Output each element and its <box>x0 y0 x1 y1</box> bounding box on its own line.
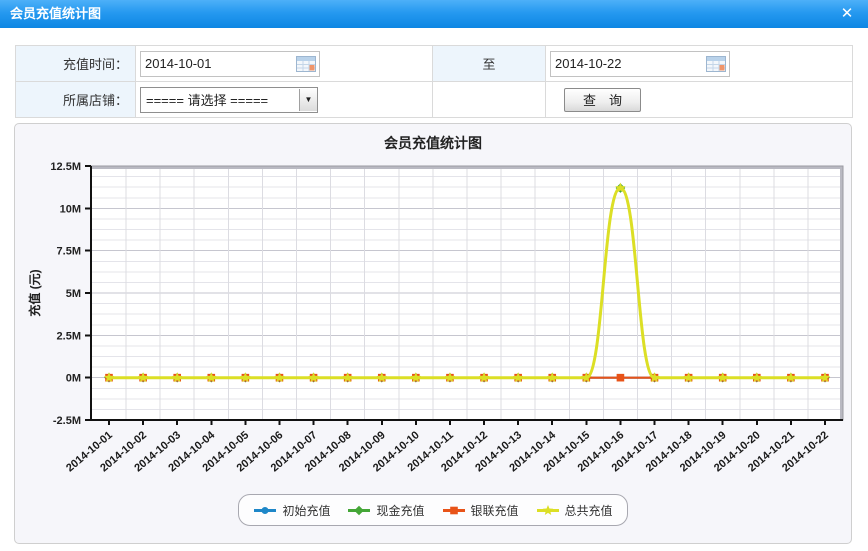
form-row-time: 充值时间： 至 <box>16 46 853 82</box>
query-button[interactable]: 查 询 <box>564 88 641 112</box>
chart-legend: 初始充值 现金充值 银联充值 总共充值 <box>238 494 627 526</box>
legend-item: 初始充值 <box>253 502 330 519</box>
chevron-down-icon: ▼ <box>299 89 317 111</box>
date-from-input[interactable] <box>141 56 296 71</box>
svg-text:7.5M: 7.5M <box>57 246 81 258</box>
chart-title: 会员充值统计图 <box>15 133 851 153</box>
legend-label: 初始充值 <box>282 502 330 519</box>
y-axis-title: 充值 (元) <box>27 269 42 316</box>
legend-label: 银联充值 <box>471 502 519 519</box>
y-axis-labels: -2.5M 0M 2.5M 5M 7.5M 10M 12.5M <box>50 161 81 427</box>
legend-item: 银联充值 <box>442 502 519 519</box>
shop-select-value: ===== 请选择 ===== <box>141 90 299 109</box>
legend-marker-circle <box>253 504 277 517</box>
legend-label: 总共充值 <box>565 502 613 519</box>
legend-row: 初始充值 现金充值 银联充值 总共充值 <box>15 494 851 526</box>
close-icon[interactable]: ✕ <box>836 0 858 28</box>
legend-label: 现金充值 <box>376 502 424 519</box>
date-to-wrap <box>550 51 730 77</box>
legend-marker-square <box>442 504 466 517</box>
legend-item: 现金充值 <box>347 502 424 519</box>
filter-form: 充值时间： 至 <box>15 45 853 118</box>
recharge-time-label: 充值时间： <box>16 46 136 82</box>
svg-text:10M: 10M <box>60 203 81 215</box>
svg-text:2.5M: 2.5M <box>57 330 81 342</box>
chart-plot-area: -2.5M 0M 2.5M 5M 7.5M 10M 12.5M 2014-10-012014-… <box>15 154 853 496</box>
svg-text:-2.5M: -2.5M <box>53 415 81 427</box>
svg-text:12.5M: 12.5M <box>50 161 81 173</box>
empty-cell <box>433 82 546 118</box>
form-row-shop: 所属店铺： ===== 请选择 ===== ▼ 查 询 <box>16 82 853 118</box>
calendar-icon[interactable] <box>706 56 726 72</box>
calendar-icon[interactable] <box>296 56 316 72</box>
svg-text:0M: 0M <box>66 373 81 385</box>
dialog-title: 会员充值统计图 <box>0 0 868 28</box>
legend-marker-diamond <box>347 504 371 517</box>
legend-item: 总共充值 <box>536 502 613 519</box>
dialog-titlebar: 会员充值统计图 ✕ <box>0 0 868 28</box>
to-label: 至 <box>433 46 546 82</box>
date-to-input[interactable] <box>551 56 706 71</box>
svg-text:5M: 5M <box>66 288 81 300</box>
shop-label: 所属店铺： <box>16 82 136 118</box>
date-from-wrap <box>140 51 320 77</box>
chart-panel: 会员充值统计图 -2.5M 0M 2.5M 5M 7.5M 10M 12.5M 2014-10… <box>14 123 852 544</box>
shop-select[interactable]: ===== 请选择 ===== ▼ <box>140 87 318 113</box>
legend-marker-star <box>536 504 560 517</box>
x-axis-labels: 2014-10-012014-10-022014-10-032014-10-04… <box>64 429 831 475</box>
